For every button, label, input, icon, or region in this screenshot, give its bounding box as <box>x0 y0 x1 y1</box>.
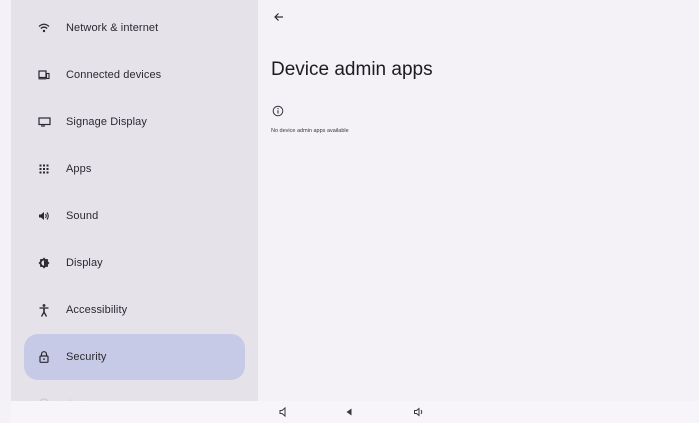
back-triangle-icon <box>346 408 352 416</box>
brightness-icon <box>36 255 52 271</box>
sidebar-item-label: Apps <box>66 163 92 175</box>
sidebar-item-signage-display[interactable]: Signage Display <box>24 99 245 145</box>
volume-down-button[interactable] <box>278 406 290 418</box>
sidebar-item-label: Signage Display <box>66 116 147 128</box>
sidebar-item-connected-devices[interactable]: Connected devices <box>24 52 245 98</box>
sidebar-item-display[interactable]: Display <box>24 240 245 286</box>
sidebar-item-label: Sound <box>66 210 99 222</box>
lock-icon <box>36 349 52 365</box>
back-arrow-icon <box>274 13 283 21</box>
page-title: Device admin apps <box>271 59 433 80</box>
main-panel: Device admin apps No device admin apps a… <box>258 0 699 423</box>
sidebar-item-apps[interactable]: Apps <box>24 146 245 192</box>
settings-sidebar: Network & internet Connected devices Sig… <box>11 0 258 423</box>
sidebar-item-label: Display <box>66 257 103 269</box>
wifi-icon <box>36 20 52 36</box>
sidebar-item-sound[interactable]: Sound <box>24 193 245 239</box>
speaker-icon <box>36 208 52 224</box>
sidebar-item-network[interactable]: Network & internet <box>24 5 245 51</box>
connected-devices-icon <box>36 67 52 83</box>
accessibility-icon <box>36 302 52 318</box>
display-monitor-icon <box>36 114 52 130</box>
back-button[interactable] <box>271 9 287 25</box>
back-nav-button[interactable] <box>343 406 355 418</box>
sidebar-item-security[interactable]: Security <box>24 334 245 380</box>
sidebar-item-label: Connected devices <box>66 69 162 81</box>
info-icon <box>272 104 284 117</box>
navigation-bar <box>11 401 699 423</box>
empty-state-message: No device admin apps available <box>271 128 349 134</box>
sidebar-item-label: Network & internet <box>66 22 159 34</box>
sidebar-item-label: Accessibility <box>66 304 128 316</box>
sidebar-item-accessibility[interactable]: Accessibility <box>24 287 245 333</box>
volume-down-icon <box>279 406 286 418</box>
apps-grid-icon <box>36 161 52 177</box>
settings-screen: Network & internet Connected devices Sig… <box>0 0 699 423</box>
volume-up-button[interactable] <box>413 406 425 418</box>
sidebar-item-label: Security <box>66 351 107 363</box>
volume-up-icon <box>414 407 423 417</box>
